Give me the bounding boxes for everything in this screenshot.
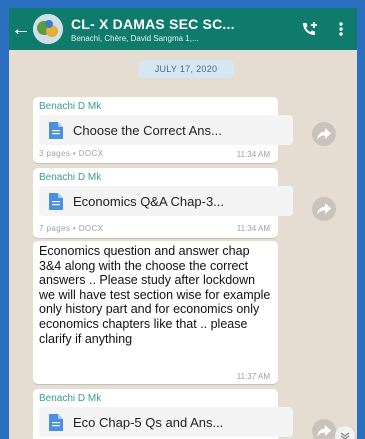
document-message[interactable]: Benachi D Mk Choose the Correct Ans... 3… (33, 97, 293, 163)
group-members: Benachi, Chère, David Sangma 1,... (71, 33, 199, 43)
whatsapp-screen: ← CL- X DAMAS SEC SC... Benachi, Chère, … (9, 8, 357, 439)
sender-name: Benachi D Mk (39, 172, 102, 183)
document-attachment[interactable]: Economics Q&A Chap-3... (39, 186, 293, 216)
document-meta: 3 pages • DOCX (39, 149, 104, 158)
document-name: Economics Q&A Chap-3... (73, 194, 225, 209)
message-time: 11:37 AM (236, 372, 270, 381)
more-options-icon[interactable] (331, 19, 351, 39)
document-icon (49, 193, 63, 210)
document-attachment[interactable]: Eco Chap-5 Qs and Ans... (39, 407, 293, 437)
document-attachment[interactable]: Choose the Correct Ans... (39, 115, 293, 145)
message-list[interactable]: JULY 17, 2020 Benachi D Mk Choose the Co… (9, 50, 357, 439)
chat-header: ← CL- X DAMAS SEC SC... Benachi, Chère, … (9, 8, 357, 50)
message-text: Economics question and answer chap 3&4 a… (39, 244, 271, 346)
sender-name: Benachi D Mk (39, 393, 102, 404)
add-call-icon[interactable] (299, 19, 319, 39)
document-name: Eco Chap-5 Qs and Ans... (73, 415, 224, 430)
sender-name: Benachi D Mk (39, 101, 102, 112)
document-meta: 7 pages • DOCX (39, 224, 104, 233)
group-name: CL- X DAMAS SEC SC... (71, 15, 235, 32)
date-separator: JULY 17, 2020 (138, 60, 234, 78)
document-message[interactable]: Benachi D Mk Economics Q&A Chap-3... 7 p… (33, 168, 293, 238)
share-icon[interactable] (312, 122, 336, 146)
group-avatar[interactable] (33, 14, 63, 44)
text-message[interactable]: Economics question and answer chap 3&4 a… (33, 241, 278, 384)
share-icon[interactable] (312, 197, 336, 221)
document-icon (49, 414, 63, 431)
document-icon (49, 122, 63, 139)
share-icon[interactable] (312, 419, 336, 439)
document-message[interactable]: Benachi D Mk Eco Chap-5 Qs and Ans... (33, 389, 293, 439)
document-name: Choose the Correct Ans... (73, 123, 222, 138)
message-time: 11:34 AM (236, 150, 270, 159)
message-time: 11:34 AM (236, 224, 270, 233)
scroll-down-icon[interactable] (335, 426, 355, 439)
chat-title-block[interactable]: CL- X DAMAS SEC SC... Benachi, Chère, Da… (71, 16, 271, 43)
back-arrow-icon[interactable]: ← (11, 8, 31, 50)
